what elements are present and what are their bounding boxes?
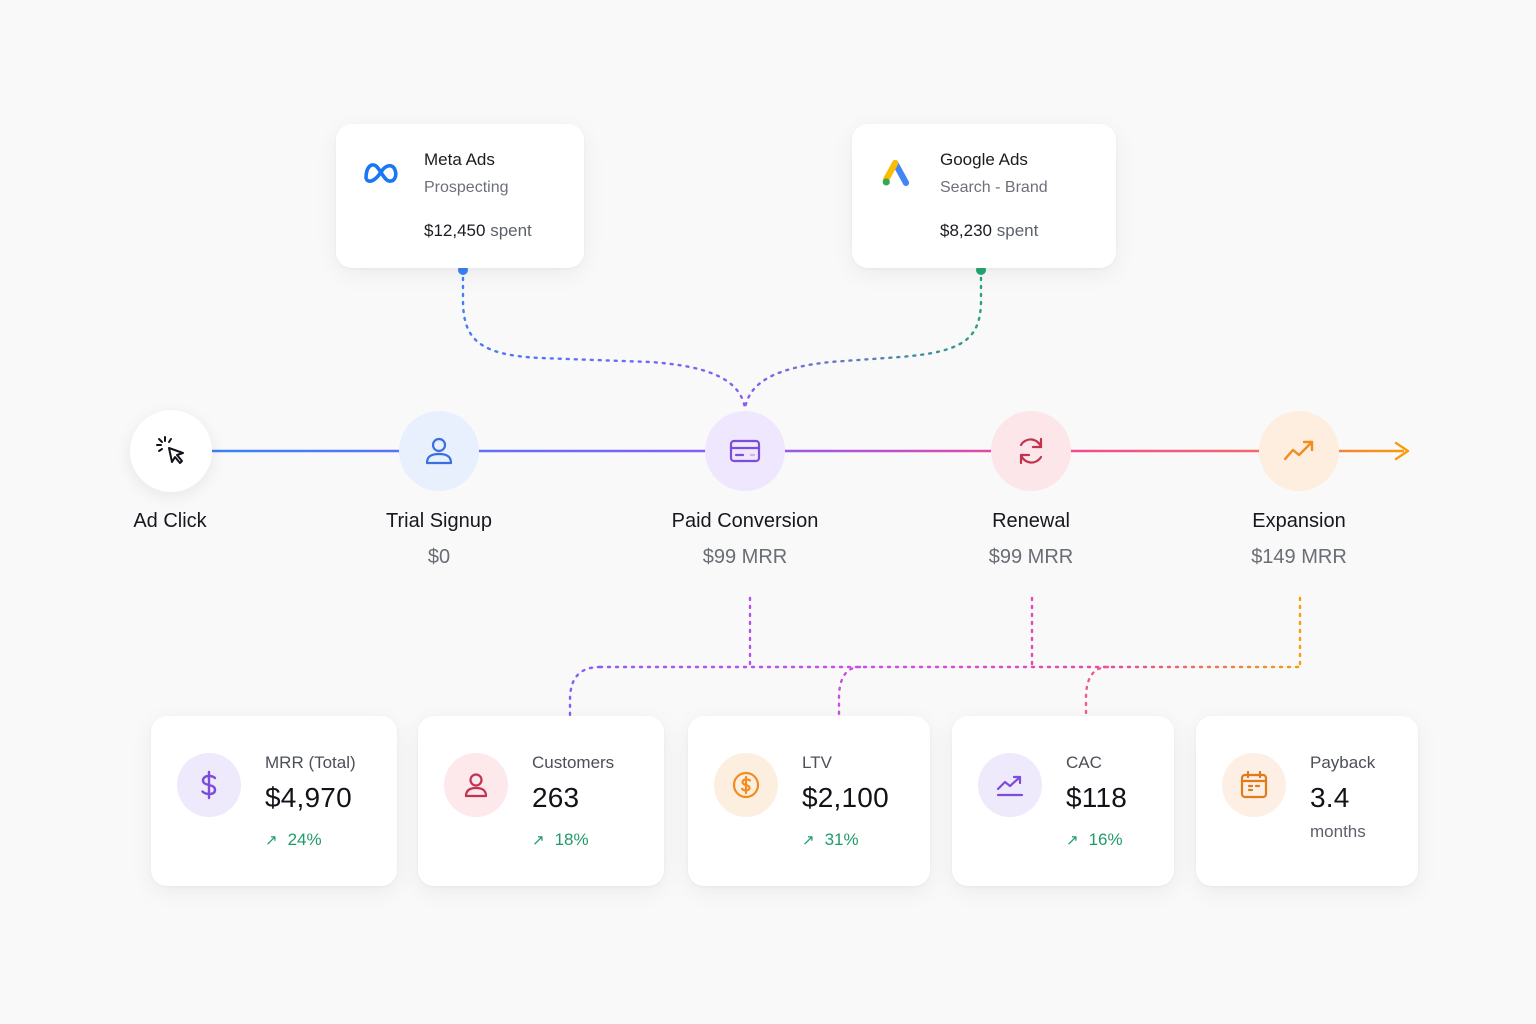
metric-card-mrr[interactable]: MRR (Total) $4,970 ↗ 24% — [151, 716, 397, 886]
step-value: $0 — [427, 546, 451, 568]
metric-icon-wrap — [1222, 753, 1286, 817]
calendar-icon — [1240, 770, 1268, 799]
metric-delta: ↗ 24% — [265, 830, 322, 850]
step-label: Trial Signup — [386, 510, 492, 532]
dollar-icon — [201, 770, 217, 800]
metric-delta-value: 16% — [1088, 830, 1123, 849]
step-value: $99 MRR — [702, 546, 788, 568]
source-spend-amount: $12,450 — [424, 221, 486, 240]
arrow-up-right-icon: ↗ — [532, 832, 545, 849]
step-trial-signup[interactable] — [399, 411, 479, 491]
metrics-drop-2 — [837, 665, 862, 718]
source-campaign: Search - Brand — [940, 179, 1048, 196]
metric-card-customers[interactable]: Customers 263 ↗ 18% — [418, 716, 664, 886]
metric-value: 263 — [532, 782, 580, 813]
source-spend-unit: spent — [996, 221, 1039, 240]
metric-value: $118 — [1066, 782, 1128, 813]
metric-value: $4,970 — [265, 782, 352, 813]
metric-icon-wrap — [444, 753, 508, 817]
metric-icon-wrap — [177, 753, 241, 817]
arrow-up-right-icon: ↗ — [265, 832, 278, 849]
metric-delta: ↗ 18% — [532, 830, 589, 850]
source-card-meta[interactable]: Meta Ads Prospecting $12,450 spent — [336, 124, 584, 268]
metric-label: LTV — [802, 753, 832, 772]
trending-up-icon — [1283, 440, 1314, 461]
metric-icon-wrap — [978, 753, 1042, 817]
metric-label: CAC — [1066, 753, 1102, 772]
meta-connector — [461, 268, 747, 410]
arrow-up-right-icon: ↗ — [802, 832, 815, 849]
metrics-bus — [598, 596, 1302, 669]
metric-card-ltv[interactable]: LTV $2,100 ↗ 31% — [688, 716, 930, 886]
metric-delta-value: 18% — [554, 830, 589, 849]
step-label: Ad Click — [133, 510, 207, 532]
source-card-google[interactable]: Google Ads Search - Brand $8,230 spent — [852, 124, 1116, 268]
metric-label: Customers — [532, 753, 615, 772]
metrics-drop-3 — [1084, 665, 1110, 718]
user-icon — [464, 773, 488, 798]
funnel-diagram: Meta Ads Prospecting $12,450 spent Googl… — [0, 0, 1536, 1024]
step-label: Renewal — [992, 510, 1070, 532]
step-ad-click[interactable] — [130, 410, 212, 492]
step-label: Expansion — [1252, 510, 1346, 532]
metric-delta-value: 31% — [824, 830, 859, 849]
metric-card-cac[interactable]: CAC $118 ↗ 16% — [952, 716, 1174, 886]
cursor-click-icon — [156, 436, 184, 464]
source-name: Meta Ads — [424, 150, 495, 169]
metric-icon-wrap — [714, 753, 778, 817]
source-name: Google Ads — [940, 150, 1028, 169]
arrow-up-right-icon: ↗ — [1066, 832, 1079, 849]
metric-label: MRR (Total) — [265, 753, 356, 772]
metric-value: $2,100 — [802, 782, 889, 813]
metric-label: Payback — [1310, 753, 1376, 772]
step-expansion[interactable] — [1259, 411, 1339, 491]
google-ads-logo-icon — [882, 160, 910, 186]
coin-icon — [732, 771, 760, 799]
source-spend-unit: spent — [490, 221, 532, 240]
metrics-drop-1 — [568, 665, 602, 718]
source-spend-amount: $8,230 — [940, 221, 992, 240]
step-label: Paid Conversion — [671, 510, 819, 532]
metric-card-payback[interactable]: Payback 3.4 months — [1196, 716, 1418, 886]
chart-line-icon — [996, 775, 1024, 797]
step-renewal[interactable] — [991, 411, 1071, 491]
credit-card-icon — [729, 439, 761, 463]
step-paid-conversion[interactable] — [705, 411, 785, 491]
google-connector — [743, 268, 983, 410]
user-icon — [425, 437, 453, 465]
source-spend: $12,450 spent — [424, 221, 532, 241]
refresh-icon — [1019, 437, 1043, 465]
metric-delta: ↗ 16% — [1066, 830, 1123, 850]
step-value: $99 MRR — [988, 546, 1074, 568]
meta-logo-icon — [364, 163, 398, 183]
metric-delta-value: 24% — [287, 830, 322, 849]
metric-delta: ↗ 31% — [802, 830, 859, 850]
metric-unit: months — [1310, 822, 1366, 841]
metric-value: 3.4 — [1310, 782, 1350, 813]
source-spend: $8,230 spent — [940, 221, 1038, 241]
step-value: $149 MRR — [1251, 546, 1347, 568]
source-campaign: Prospecting — [424, 179, 509, 196]
